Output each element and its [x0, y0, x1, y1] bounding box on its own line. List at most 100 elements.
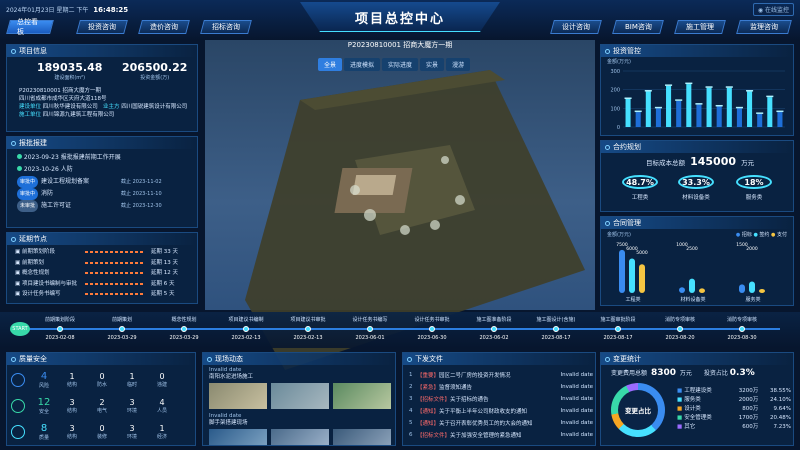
investment-bar-cap	[725, 86, 733, 88]
quality-panel: 质量安全 4 风险 1 结构 0 防水 1 临时 0 违建 12 安全 3 结构 2 电气 3 环境 4 人员 8 质量 3…	[6, 352, 196, 446]
title-dot-icon	[605, 48, 610, 54]
timeline-node-dot[interactable]	[243, 326, 249, 332]
timeline-node-label: 概念性规划	[171, 317, 197, 323]
online-monitor-button[interactable]: ◉ 在线监控	[752, 3, 794, 16]
document-row[interactable]: 2 【紧急】 监督须知通告 Invalid date	[409, 381, 593, 393]
timeline-node-label: 施工图准备阶段	[476, 317, 512, 323]
timeline-node-label: 项目建议书审批	[290, 317, 326, 323]
site-photo-1[interactable]	[209, 383, 267, 409]
site-photo-3[interactable]	[333, 383, 391, 409]
nav-construction[interactable]: 施工管理	[674, 20, 726, 34]
document-row[interactable]: 5 【通知】 关于召开表彰优秀员工的的大会的通知 Invalid date	[409, 417, 593, 429]
header-datetime: 2024年01月23日 星期二 下午 16:48:25	[6, 5, 128, 14]
online-monitor-label: 在线监控	[764, 7, 789, 14]
nav-bidding[interactable]: 招标咨询	[200, 20, 252, 34]
milestone-row: ▣ 概念性规划 延期 12 天	[15, 270, 178, 276]
quality-cell: 0 违建	[156, 372, 167, 388]
report-panel: 报批报建 2023-09-23 报批报建前期工作开展 2023-10-26 人防…	[6, 136, 198, 228]
contract-bar	[759, 288, 765, 293]
tab-roaming[interactable]: 漫游	[446, 58, 471, 71]
timeline-node-date: 2023-06-30	[417, 335, 447, 341]
report-row[interactable]: 未审批 施工许可证 截止 2023-12-30	[17, 200, 162, 212]
nav-supervision[interactable]: 监理咨询	[736, 20, 792, 34]
contract-mgmt-panel: 合同管理 金额(万元) ● 招标 ● 签约 ● 支付 工程类 7500 6000 50…	[600, 216, 794, 306]
timeline-node-dot[interactable]	[677, 326, 683, 332]
investment-bar	[736, 108, 742, 127]
contract-plan-item: 33.3% 材料设备类	[671, 175, 721, 201]
investment-bar-cap	[695, 103, 703, 105]
nav-investment[interactable]: 投资咨询	[76, 20, 128, 34]
clock-text: 16:48:25	[93, 6, 129, 14]
timeline-node-dot[interactable]	[615, 326, 621, 332]
project-code-line: P20230810001 招商大魔方一期	[19, 88, 102, 94]
timeline-node-dot[interactable]	[305, 326, 311, 332]
change-row: ■ 设计类 800万 9.64%	[677, 406, 791, 412]
document-row[interactable]: 3 【招标文件】 关于招标的通告 Invalid date	[409, 393, 593, 405]
nav-overview[interactable]: 总控看板	[6, 18, 54, 36]
quality-cell: 0 装修	[96, 424, 107, 440]
investment-bar	[757, 113, 763, 127]
site-photo-2[interactable]	[271, 383, 329, 409]
investment-bar-cap	[746, 90, 754, 92]
documents-panel: 下发文件 1 【重要】 园区二号厂房的投资开发情况 Invalid date 2 【紧急】…	[402, 352, 596, 446]
investment-bar-cap	[735, 106, 743, 109]
document-row[interactable]: 1 【重要】 园区二号厂房的投资开发情况 Invalid date	[409, 369, 593, 381]
investment-bar	[635, 112, 641, 127]
change-ratio-label: 投资占比	[703, 370, 728, 377]
investment-bar	[706, 87, 712, 127]
report-row[interactable]: 审批中 消防 截止 2023-11-10	[17, 188, 162, 200]
timeline-node-dot[interactable]	[181, 326, 187, 332]
nav-bim[interactable]: BIM咨询	[612, 20, 664, 34]
nav-design[interactable]: 设计咨询	[550, 20, 602, 34]
plan-ring: 48.7%	[622, 175, 658, 189]
tab-panorama[interactable]: 全景	[318, 58, 343, 71]
timeline-node-dot[interactable]	[553, 326, 559, 332]
site-photo-5[interactable]	[271, 429, 329, 445]
investment-bar-cap	[675, 99, 683, 101]
timeline-dot-icon	[17, 166, 22, 171]
timeline-node-dot[interactable]	[739, 326, 745, 332]
timeline-node-date: 2023-08-17	[541, 335, 571, 341]
change-total-unit: 万元	[679, 370, 692, 377]
change-row: ■ 安全管理类 1700万 20.48%	[677, 415, 791, 421]
investment-bar-cap	[665, 84, 673, 86]
timeline-node-date: 2023-08-20	[665, 335, 695, 341]
contract-bar	[749, 281, 755, 293]
quality-row: 4 风险 1 结构 0 防水 1 临时 0 违建	[11, 367, 193, 393]
timeline-line	[20, 328, 780, 330]
timeline-node-label: 设计任务书审批	[414, 317, 450, 323]
quality-cell: 1 临时	[126, 372, 137, 388]
timeline-node-dot[interactable]	[429, 326, 435, 332]
tab-progress-sim[interactable]: 进度模拟	[344, 58, 381, 71]
timeline-node-dot[interactable]	[491, 326, 497, 332]
timeline-node-dot[interactable]	[57, 326, 63, 332]
milestones-panel: 延期节点 ▣ 前期策划阶段 延期 33 天 ▣ 前期策划 延期 13 天 ▣ 概念性…	[6, 232, 198, 304]
quality-row: 8 质量 3 结构 0 装修 3 环境 1 经济	[11, 419, 193, 445]
document-row[interactable]: 6 【招标文件】 关于加强安全管理的紧急通知 Invalid date	[409, 429, 593, 441]
change-donut-center: 变更占比	[618, 390, 658, 430]
contract-bar	[689, 278, 695, 293]
tab-real-scene[interactable]: 实景	[420, 58, 445, 71]
plan-ring: 18%	[736, 175, 772, 189]
site-photo-6[interactable]	[333, 429, 391, 445]
title-dot-icon	[11, 48, 16, 54]
quality-cell: 3 环境	[126, 398, 137, 414]
timeline-node-label: 设计任务书编写	[352, 317, 388, 323]
tab-actual-progress[interactable]: 实际进度	[382, 58, 419, 71]
site-photo-4[interactable]	[209, 429, 267, 445]
title-dot-icon	[605, 144, 610, 150]
timeline-node-date: 2023-02-13	[293, 335, 323, 341]
quality-cell: 4 人员	[156, 398, 167, 414]
nav-cost[interactable]: 造价咨询	[138, 20, 190, 34]
quality-cell: 2 电气	[96, 398, 107, 414]
document-row[interactable]: 4 【通知】 关于平衡上半年公司财政收支的通知 Invalid date	[409, 405, 593, 417]
timeline-node-dot[interactable]	[119, 326, 125, 332]
y-tick-label: 300	[610, 69, 620, 75]
invest-label: 投资金额(万)	[140, 75, 170, 81]
quality-total: 8 质量	[38, 423, 49, 441]
quality-category-icon	[11, 399, 25, 413]
investment-bar	[696, 104, 702, 127]
timeline-node-dot[interactable]	[367, 326, 373, 332]
title-dot-icon	[207, 356, 212, 362]
report-row[interactable]: 审批中 建设工程规划备案 截止 2023-11-02	[17, 176, 162, 188]
